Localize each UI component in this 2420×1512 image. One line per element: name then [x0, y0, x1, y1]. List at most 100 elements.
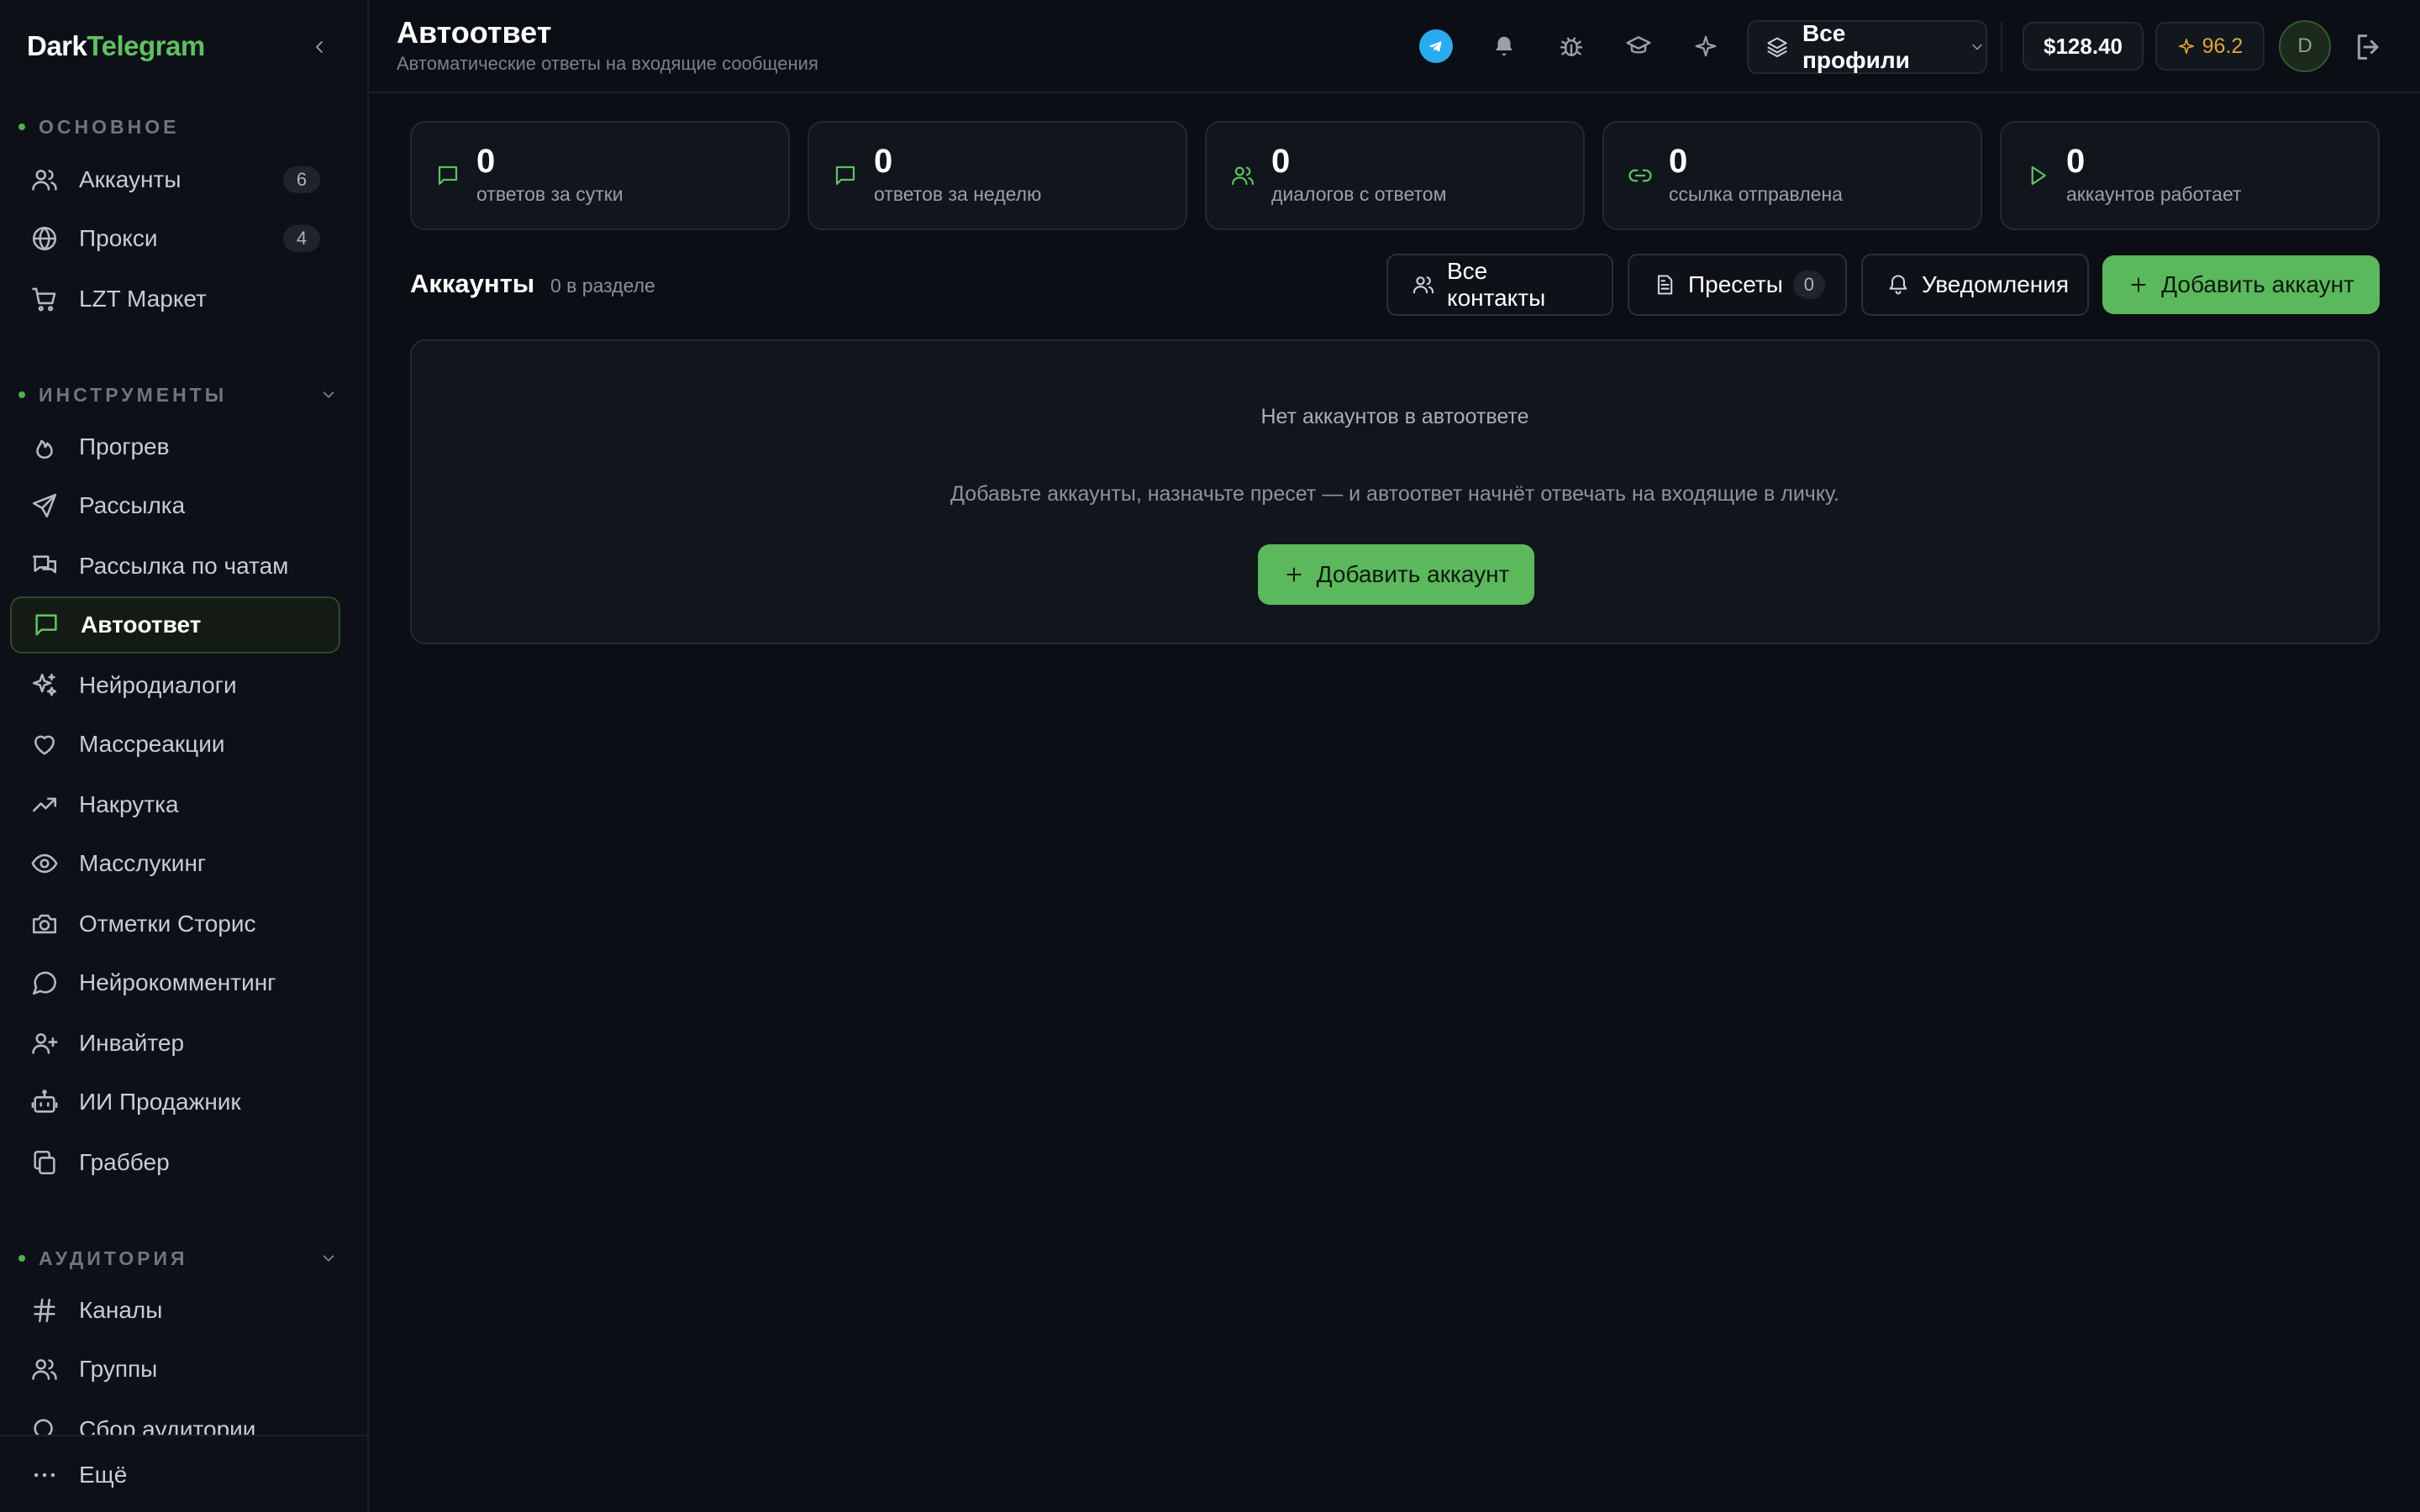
count-badge: 6 [283, 166, 320, 193]
presets-count-badge: 0 [1792, 270, 1825, 299]
send-icon [30, 491, 59, 520]
notifications-button[interactable]: Уведомления [1861, 254, 2089, 316]
stat-label: ответов за сутки [476, 183, 623, 205]
message-square-icon [833, 163, 858, 188]
bot-icon [30, 1088, 59, 1116]
sidebar-item-label: Нейрокомментинг [79, 969, 276, 995]
sidebar-item-label: Отметки Сторис [79, 911, 256, 937]
sidebar-item-neurocommenting[interactable]: Нейрокомментинг [10, 954, 340, 1011]
section-dot [18, 123, 25, 130]
layers-icon [1765, 35, 1789, 59]
section-dot [18, 391, 25, 398]
sidebar-item-channels[interactable]: Каналы [10, 1282, 340, 1339]
section-count: 0 в разделе [550, 275, 655, 297]
stat-card-accounts-running: 0 аккаунтов работает [2000, 121, 2380, 230]
sparkle-icon[interactable] [1689, 29, 1723, 63]
more-horizontal-icon [30, 1461, 59, 1489]
hash-icon [30, 1296, 59, 1325]
trending-up-icon [30, 790, 59, 819]
sidebar-item-warmup[interactable]: Прогрев [10, 418, 340, 475]
chevron-down-icon [323, 391, 334, 398]
collapse-sidebar-button[interactable] [304, 32, 334, 62]
stat-value: 0 [476, 143, 496, 180]
button-label: Пресеты [1688, 271, 1783, 297]
bug-icon[interactable] [1555, 29, 1588, 63]
balance-badge[interactable]: $128.40 [2023, 22, 2144, 71]
rating-badge[interactable]: 96.2 [2155, 22, 2265, 71]
sidebar-item-more[interactable]: Ещё [30, 1458, 127, 1492]
section-tools-header[interactable]: ИНСТРУМЕНТЫ [18, 382, 338, 407]
sidebar-item-label: Рассылка [79, 492, 186, 518]
brand-logo[interactable]: DarkTelegram [27, 30, 205, 64]
stat-label: аккаунтов работает [2066, 183, 2242, 205]
message-circle-icon [30, 969, 59, 997]
sidebar-item-label: Прокси [79, 225, 158, 251]
cart-icon [30, 285, 59, 313]
flame-icon [30, 433, 59, 461]
button-label: Уведомления [1922, 271, 2070, 297]
sidebar-item-mass-reactions[interactable]: Массреакции [10, 716, 340, 773]
avatar[interactable]: D [2279, 20, 2331, 72]
stat-card-links-sent: 0 ссылка отправлена [1602, 121, 1982, 230]
profile-select[interactable]: Все профили [1747, 20, 1987, 74]
section-title: Аккаунты [410, 269, 535, 298]
bell-icon[interactable] [1487, 29, 1521, 63]
sidebar-item-label: Аккаунты [79, 166, 182, 192]
all-contacts-button[interactable]: Все контакты [1386, 254, 1613, 316]
section-title: ИНСТРУМЕНТЫ [39, 383, 228, 406]
stat-label: ответов за неделю [874, 183, 1042, 205]
add-account-button[interactable]: Добавить аккаунт [2102, 255, 2380, 314]
sidebar-item-label: ИИ Продажник [79, 1089, 241, 1115]
bell-icon [1886, 273, 1910, 297]
brand-part-2: Telegram [87, 30, 205, 61]
sidebar-item-story-marks[interactable]: Отметки Сторис [10, 895, 340, 953]
play-icon [2025, 163, 2050, 188]
telegram-icon[interactable] [1419, 29, 1453, 63]
section-audience-header[interactable]: АУДИТОРИЯ [18, 1246, 338, 1271]
sidebar: DarkTelegram ОСНОВНОЕ Аккаунты 6 Прокси … [0, 0, 369, 1512]
button-label: Добавить аккаунт [1316, 561, 1510, 587]
stat-label: ссылка отправлена [1669, 183, 1843, 205]
button-label: Все контакты [1447, 258, 1546, 311]
sidebar-item-accounts[interactable]: Аккаунты 6 [10, 151, 340, 208]
stat-value: 0 [1669, 143, 1688, 180]
presets-button[interactable]: Пресеты 0 [1628, 254, 1847, 316]
sidebar-item-groups[interactable]: Группы [10, 1341, 340, 1398]
stat-label: диалогов с ответом [1271, 183, 1447, 205]
empty-add-account-button[interactable]: Добавить аккаунт [1258, 544, 1534, 605]
sidebar-item-label: Ещё [79, 1462, 128, 1488]
sidebar-item-masslooking[interactable]: Масслукинг [10, 835, 340, 892]
sidebar-item-autoreply[interactable]: Автоответ [10, 596, 340, 654]
button-label: Добавить аккаунт [2161, 271, 2354, 297]
sparkles-icon [30, 671, 59, 700]
top-header: Автоответ Автоматические ответы на входя… [369, 0, 2420, 93]
logout-icon[interactable] [2352, 30, 2386, 64]
eye-icon [30, 849, 59, 878]
page-title: Автоответ [397, 15, 552, 50]
sidebar-item-boost[interactable]: Накрутка [10, 776, 340, 833]
stat-card-replies-day: 0 ответов за сутки [410, 121, 790, 230]
section-dot [18, 1255, 25, 1262]
chevron-left-icon [316, 41, 323, 53]
sidebar-item-neurodialogs[interactable]: Нейродиалоги [10, 657, 340, 714]
chevron-down-icon [1969, 39, 1986, 55]
stat-value: 0 [1271, 143, 1291, 180]
sidebar-item-proxies[interactable]: Прокси 4 [10, 210, 340, 267]
graduation-cap-icon[interactable] [1622, 29, 1655, 63]
brand-part-1: Dark [27, 30, 87, 61]
stat-value: 0 [2066, 143, 2086, 180]
sidebar-item-lzt-market[interactable]: LZT Маркет [10, 270, 340, 328]
sidebar-item-label: Массреакции [79, 731, 225, 757]
camera-icon [30, 910, 59, 938]
sidebar-item-chat-mailing[interactable]: Рассылка по чатам [10, 538, 340, 595]
section-main-header: ОСНОВНОЕ [18, 114, 338, 139]
sidebar-item-ai-seller[interactable]: ИИ Продажник [10, 1074, 340, 1131]
sidebar-item-grabber[interactable]: Граббер [10, 1134, 340, 1191]
sidebar-item-inviter[interactable]: Инвайтер [10, 1015, 340, 1072]
sidebar-item-label: Граббер [79, 1149, 170, 1175]
rating-value: 96.2 [2202, 34, 2244, 58]
sidebar-item-mailing[interactable]: Рассылка [10, 477, 340, 534]
profile-select-value: Все профили [1802, 20, 1910, 73]
sidebar-item-label: Масслукинг [79, 850, 207, 876]
sidebar-item-label: Инвайтер [79, 1030, 185, 1056]
